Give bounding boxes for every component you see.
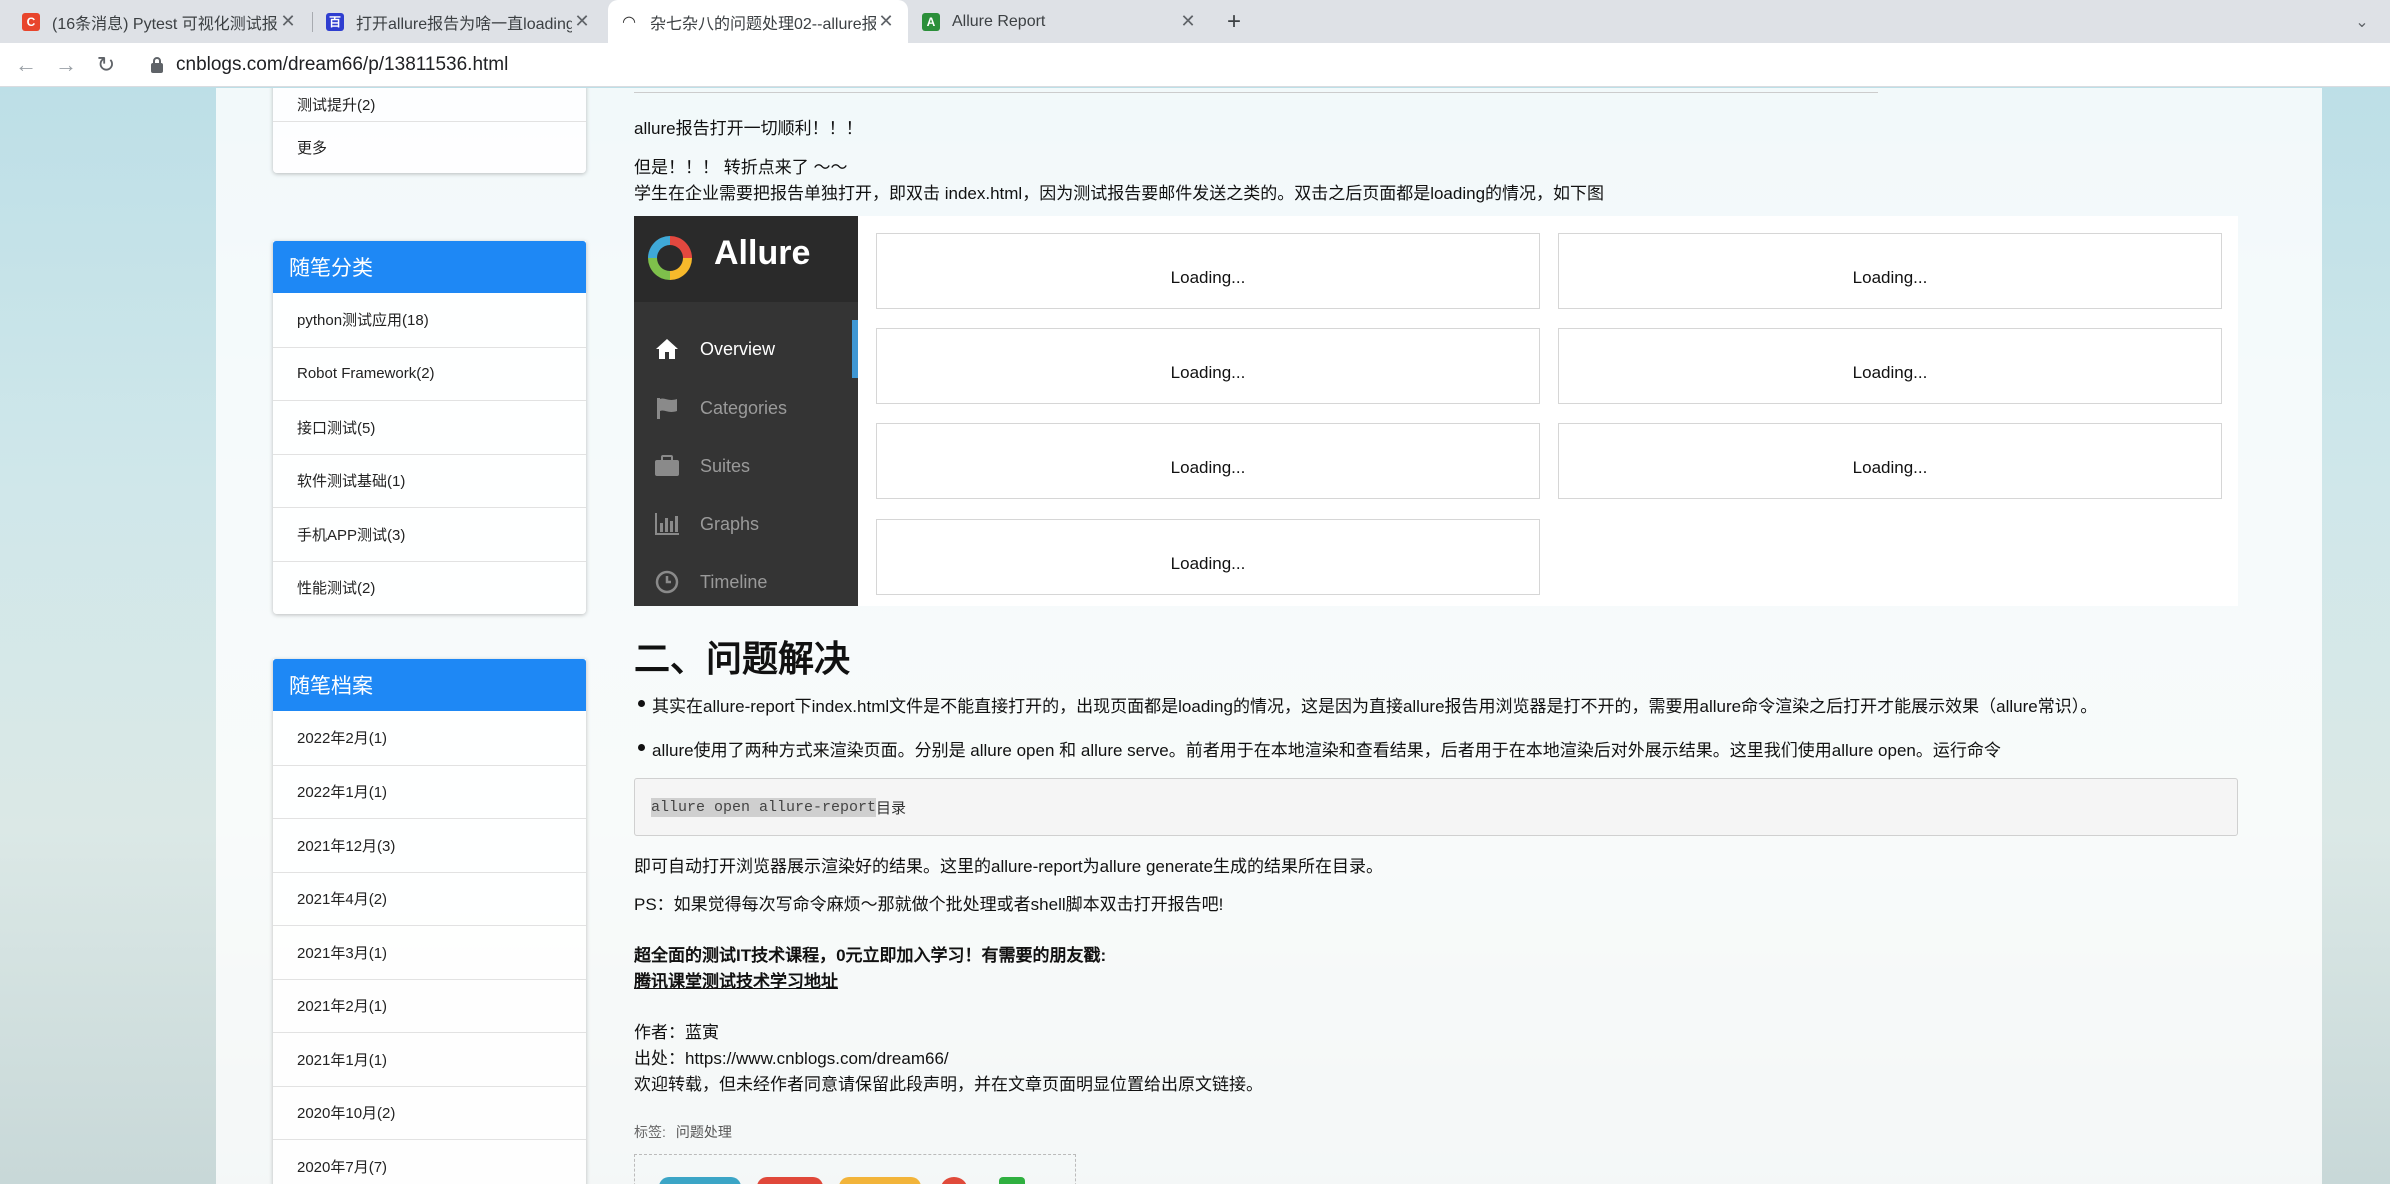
- tab-title: Allure Report: [952, 12, 1046, 30]
- chevron-down-icon[interactable]: ⌄: [2348, 8, 2376, 36]
- archive-item[interactable]: 2021年1月(1): [273, 1032, 586, 1086]
- sidebar-item-performance[interactable]: 性能测试(2): [273, 560, 586, 615]
- loading-widget: Loading...: [876, 423, 1540, 499]
- promo-text: 超全面的测试IT技术课程，0元立即加入学习！有需要的朋友戳:: [634, 946, 1107, 965]
- allure-sidebar: Allure Overview Categories Suites Graphs…: [634, 216, 858, 606]
- follow-me-button[interactable]: [839, 1177, 921, 1184]
- categories-list: python测试应用(18) Robot Framework(2) 接口测试(5…: [273, 293, 586, 614]
- allure-brand: Allure: [714, 234, 811, 272]
- cnblogs-favicon-icon: ◠: [620, 12, 638, 31]
- archive-item[interactable]: 2021年4月(2): [273, 871, 586, 926]
- archive-item[interactable]: 2021年3月(1): [273, 925, 586, 979]
- loading-widget: Loading...: [1558, 328, 2222, 404]
- allure-nav-overview: Overview: [634, 320, 858, 378]
- paragraph: 学生在企业需要把报告单独打开，即双击 index.html，因为测试报告要邮件发…: [634, 184, 1605, 203]
- weibo-icon[interactable]: [941, 1177, 967, 1184]
- allure-loading-screenshot: Allure Overview Categories Suites Graphs…: [634, 216, 2238, 606]
- tag-link[interactable]: 问题处理: [676, 1124, 732, 1140]
- code-suffix: 目录: [876, 799, 907, 817]
- archive-item[interactable]: 2021年2月(1): [273, 978, 586, 1033]
- author-line: 作者：蓝寅: [634, 1023, 719, 1042]
- sidebar-item-api-testing[interactable]: 接口测试(5): [273, 400, 586, 454]
- tab-divider: [312, 12, 313, 32]
- source-line: 出处：https://www.cnblogs.com/dream66/: [634, 1049, 949, 1068]
- briefcase-icon: [654, 453, 680, 479]
- new-tab-button[interactable]: +: [1220, 8, 1248, 36]
- loading-widget: Loading...: [876, 328, 1540, 404]
- list-item: 其实在allure-report下index.html文件是不能直接打开的，出现…: [637, 692, 2097, 717]
- sidebar-item-testing-basics[interactable]: 软件测试基础(1): [273, 453, 586, 508]
- bar-chart-icon: [654, 511, 680, 537]
- baidu-favicon-icon: 百: [326, 12, 344, 31]
- top-image-edge: [634, 88, 1878, 93]
- code-command: allure open allure-report: [651, 797, 877, 817]
- archive-header: 随笔档案: [273, 659, 586, 711]
- tab-cnblogs[interactable]: ◠ 杂七杂八的问题处理02--allure报告 ✕: [608, 0, 908, 43]
- archive-list: 2022年2月(1) 2022年1月(1) 2021年12月(3) 2021年4…: [273, 711, 586, 1184]
- paragraph: 但是！！！ 转折点来了 ～～: [634, 158, 848, 177]
- paragraph: 即可自动打开浏览器展示渲染好的结果。这里的allure-report为allur…: [634, 857, 1384, 876]
- archive-item[interactable]: 2020年7月(7): [273, 1139, 586, 1184]
- categories-header: 随笔分类: [273, 241, 586, 293]
- blog-page: 测试提升(2) 更多 随笔分类 python测试应用(18) Robot Fra…: [216, 88, 2322, 1184]
- paragraph: allure报告打开一切顺利！！！: [634, 119, 863, 138]
- tag-row: 标签: 问题处理: [634, 1122, 732, 1142]
- reload-icon[interactable]: ↻: [92, 51, 120, 79]
- close-icon[interactable]: ✕: [1178, 11, 1198, 32]
- archive-item[interactable]: 2022年1月(1): [273, 764, 586, 819]
- allure-logo: Allure: [634, 216, 858, 302]
- close-icon[interactable]: ✕: [572, 11, 592, 32]
- sidebar-item-more[interactable]: 更多: [273, 121, 586, 173]
- promo-link[interactable]: 腾讯课堂测试技术学习地址: [634, 967, 838, 992]
- allure-nav-suites: Suites: [634, 437, 858, 495]
- csdn-favicon-icon: C: [22, 12, 40, 31]
- clock-icon: [654, 569, 680, 595]
- close-icon[interactable]: ✕: [876, 11, 896, 32]
- paragraph: PS：如果觉得每次写命令麻烦～那就做个批处理或者shell脚本双击打开报告吧!: [634, 895, 1224, 914]
- tab-title: 杂七杂八的问题处理02--allure报告: [650, 15, 876, 33]
- sidebar-item-test-upgrade[interactable]: 测试提升(2): [273, 88, 586, 121]
- loading-widget: Loading...: [876, 519, 1540, 595]
- back-arrow-icon[interactable]: ←: [12, 51, 40, 79]
- tab-title: 打开allure报告为啥一直loading: [356, 15, 572, 33]
- tab-title: (16条消息) Pytest 可视化测试报告: [52, 15, 278, 33]
- tab-csdn[interactable]: C (16条消息) Pytest 可视化测试报告 ✕: [10, 0, 310, 43]
- sidebar-top-list: 测试提升(2) 更多: [273, 88, 586, 173]
- archive-item[interactable]: 2022年2月(1): [273, 711, 586, 765]
- allure-logo-icon: [648, 236, 692, 280]
- loading-widget: Loading...: [1558, 233, 2222, 309]
- archive-item[interactable]: 2020年10月(2): [273, 1085, 586, 1140]
- section-heading: 二、问题解决: [634, 638, 851, 679]
- code-block: allure open allure-report 目录: [634, 778, 2238, 836]
- tab-allure-report[interactable]: A Allure Report ✕: [910, 0, 1210, 43]
- tag-label: 标签:: [634, 1124, 666, 1140]
- archive-item[interactable]: 2021年12月(3): [273, 818, 586, 872]
- loading-widget: Loading...: [876, 233, 1540, 309]
- wechat-icon[interactable]: [999, 1177, 1025, 1184]
- forward-arrow-icon[interactable]: →: [52, 51, 80, 79]
- copyright-line: 欢迎转载，但未经作者同意请保留此段声明，并在文章页面明显位置给出原文链接。: [634, 1075, 1263, 1094]
- follow-button[interactable]: [659, 1177, 741, 1184]
- sidebar-item-robot-framework[interactable]: Robot Framework(2): [273, 346, 586, 401]
- allure-nav-timeline: Timeline: [634, 553, 858, 611]
- allure-nav-graphs: Graphs: [634, 495, 858, 553]
- favorite-button[interactable]: [757, 1177, 823, 1184]
- sidebar-categories: 随笔分类 python测试应用(18) Robot Framework(2) 接…: [273, 241, 586, 614]
- sidebar-item-mobile-app[interactable]: 手机APP测试(3): [273, 507, 586, 561]
- address-bar: ← → ↻ cnblogs.com/dream66/p/13811536.htm…: [0, 43, 2390, 87]
- tab-strip: C (16条消息) Pytest 可视化测试报告 ✕ 百 打开allure报告为…: [0, 0, 2390, 43]
- close-icon[interactable]: ✕: [278, 11, 298, 32]
- sidebar-item-python[interactable]: python测试应用(18): [273, 293, 586, 347]
- sidebar-archive: 随笔档案 2022年2月(1) 2022年1月(1) 2021年12月(3) 2…: [273, 659, 586, 1184]
- allure-nav-categories: Categories: [634, 379, 858, 437]
- lock-icon[interactable]: [150, 56, 164, 74]
- list-item: allure使用了两种方式来渲染页面。分别是 allure open 和 all…: [638, 736, 2001, 761]
- url-field[interactable]: cnblogs.com/dream66/p/13811536.html: [176, 54, 508, 76]
- flag-icon: [654, 395, 680, 421]
- loading-widget: Loading...: [1558, 423, 2222, 499]
- home-icon: [654, 336, 680, 362]
- share-bar: [634, 1154, 1076, 1184]
- allure-favicon-icon: A: [922, 12, 940, 31]
- tab-baidu[interactable]: 百 打开allure报告为啥一直loading ✕: [314, 0, 604, 43]
